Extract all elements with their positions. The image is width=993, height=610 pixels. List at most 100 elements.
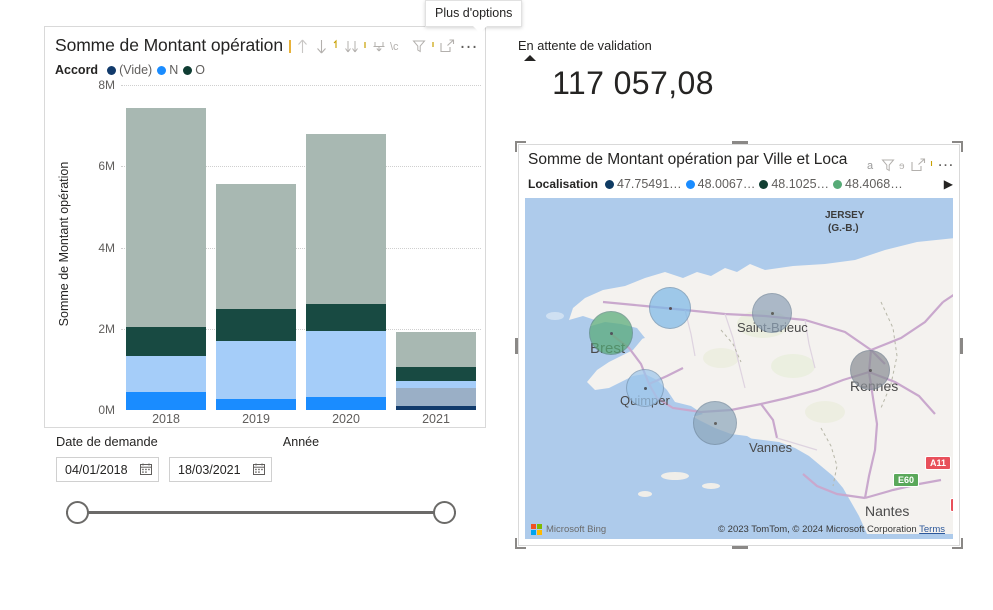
map-bubble-saint-brieuc[interactable]: [752, 293, 792, 333]
bar-chart-visual[interactable]: Somme de Montant opération \c … Accord (…: [44, 26, 487, 449]
bar-segment[interactable]: [396, 367, 476, 381]
sort-rank-icon[interactable]: [331, 36, 341, 56]
resize-handle-top-right[interactable]: [952, 141, 963, 152]
kpi-card[interactable]: En attente de validation 117 057,08: [518, 38, 838, 102]
map-bubble-brest[interactable]: [589, 311, 633, 355]
bar-segment[interactable]: [216, 309, 296, 341]
bar-segment[interactable]: [306, 397, 386, 410]
bar-segment[interactable]: [396, 388, 476, 406]
sort-by-axis-icon[interactable]: [370, 36, 388, 56]
bar-segment[interactable]: [126, 326, 206, 356]
legend-label: N: [169, 63, 179, 77]
gridline: [121, 85, 481, 86]
end-date-input[interactable]: 18/03/2021: [169, 457, 272, 482]
date-range-slider[interactable]: [56, 501, 466, 525]
svg-text:ɘ: ɘ: [899, 161, 905, 172]
filter-icon[interactable]: [879, 155, 897, 175]
start-date-input[interactable]: 04/01/2018: [56, 457, 159, 482]
date-slicer[interactable]: Date de demande 04/01/2018 18/03/2021: [56, 434, 486, 525]
bar-segment[interactable]: [216, 398, 296, 410]
resize-handle-left[interactable]: [515, 338, 518, 354]
resize-handle-bottom-left[interactable]: [515, 538, 526, 549]
bar-segment[interactable]: [126, 355, 206, 392]
slider-track[interactable]: [66, 511, 456, 514]
map-bubble-rennes[interactable]: [850, 350, 890, 390]
x-axis-tick: 2021: [422, 412, 450, 426]
more-options-button[interactable]: …: [457, 32, 481, 61]
map-legend-item[interactable]: 48.0067…: [685, 177, 755, 191]
bar-segment[interactable]: [216, 340, 296, 399]
bar-segment[interactable]: [126, 391, 206, 410]
map-terms-link[interactable]: Terms: [919, 524, 945, 535]
filter-marker-icon[interactable]: ɘ: [898, 155, 908, 175]
slicer-title: Date de demande: [56, 434, 158, 449]
focus-mode-icon[interactable]: [438, 36, 456, 56]
chart-grid-and-bars: 2018 2019 2020 2021: [121, 85, 481, 426]
legend-swatch: [605, 179, 615, 189]
resize-handle-right[interactable]: [960, 338, 963, 354]
chart-legend[interactable]: Accord (Vide) N O: [55, 63, 205, 77]
map-legend-item[interactable]: 48.1025…: [759, 177, 829, 191]
map-legend-item[interactable]: 48.4068…: [833, 177, 903, 191]
legend-item-o[interactable]: O: [183, 63, 205, 77]
legend-label: (Vide): [119, 63, 153, 77]
legend-label: 47.75491…: [617, 177, 682, 191]
sort-double-down-icon[interactable]: [342, 36, 360, 56]
chart-title: Somme de Montant opération: [55, 35, 283, 55]
legend-title: Accord: [55, 63, 99, 77]
accessible-colors-icon[interactable]: \c: [389, 36, 409, 56]
map-legend[interactable]: Localisation 47.75491… 48.0067… 48.1025… 48.…: [528, 177, 937, 191]
slicer-date-inputs[interactable]: 04/01/2018 18/03/2021: [56, 457, 486, 482]
bar-segment[interactable]: [216, 183, 296, 310]
legend-swatch: [759, 179, 769, 189]
resize-handle-bottom[interactable]: [732, 546, 748, 549]
bing-label: Microsoft Bing: [546, 524, 607, 535]
sort-marker-icon[interactable]: [361, 36, 369, 56]
calendar-icon[interactable]: [140, 463, 152, 477]
map-canvas[interactable]: JERSEY(G.-B.)Saint-BrieucBrestRennesQuim…: [525, 198, 953, 539]
sort-ascending-icon[interactable]: [293, 36, 311, 56]
chart-plot-area: Somme de Montant opération 0M 2M 4M 6M 8M 20…: [45, 78, 487, 449]
map-toolbar[interactable]: a ɘ …: [866, 151, 956, 178]
y-axis-tick: 2M: [98, 321, 115, 336]
chart-toolbar[interactable]: \c …: [288, 32, 481, 57]
bar-segment[interactable]: [306, 133, 386, 304]
resize-handle-top-left[interactable]: [515, 141, 526, 152]
road-shield: A8: [950, 498, 953, 512]
map-credit: © 2023 TomTom, © 2024 Microsoft Corporat…: [718, 524, 945, 535]
bar-segment[interactable]: [396, 332, 476, 368]
map-legend-title: Localisation: [528, 177, 599, 191]
resize-handle-top[interactable]: [732, 141, 748, 144]
kpi-label: En attente de validation: [518, 38, 652, 53]
svg-text:\c: \c: [390, 41, 399, 53]
resize-handle-bottom-right[interactable]: [952, 538, 963, 549]
start-date-value: 04/01/2018: [65, 462, 128, 477]
map-visual[interactable]: Somme de Montant opération par Ville et …: [515, 141, 963, 549]
more-options-button[interactable]: …: [936, 151, 956, 178]
sort-descending-icon[interactable]: [312, 36, 330, 56]
filter-icon[interactable]: [410, 36, 428, 56]
bar-segment[interactable]: [306, 331, 386, 398]
legend-item-n[interactable]: N: [157, 63, 178, 77]
bar-segment[interactable]: [126, 108, 206, 327]
legend-swatch: [183, 65, 193, 75]
bar-segment[interactable]: [396, 405, 476, 410]
focus-mode-icon[interactable]: [909, 155, 927, 175]
bubble-center-dot: [868, 368, 872, 372]
map-bubble-quimper[interactable]: [626, 369, 664, 407]
map-legend-item[interactable]: 47.75491…: [605, 177, 682, 191]
legend-item-vide[interactable]: (Vide): [107, 63, 152, 77]
bar-segment[interactable]: [396, 380, 476, 389]
map-bubble-north-coast[interactable]: [649, 287, 691, 329]
calendar-icon[interactable]: [253, 463, 265, 477]
map-bubble-vannes[interactable]: [693, 401, 737, 445]
kpi-value: 117 057,08: [552, 65, 714, 101]
slider-knob-start[interactable]: [66, 501, 89, 524]
slider-knob-end[interactable]: [433, 501, 456, 524]
accessible-colors-icon[interactable]: a: [866, 155, 878, 175]
bubble-center-dot: [770, 311, 774, 315]
map-place-label: JERSEY: [825, 210, 865, 221]
legend-next-arrow-icon[interactable]: ▶: [944, 177, 953, 191]
filter-marker-icon[interactable]: [429, 36, 437, 56]
bar-segment[interactable]: [306, 303, 386, 332]
